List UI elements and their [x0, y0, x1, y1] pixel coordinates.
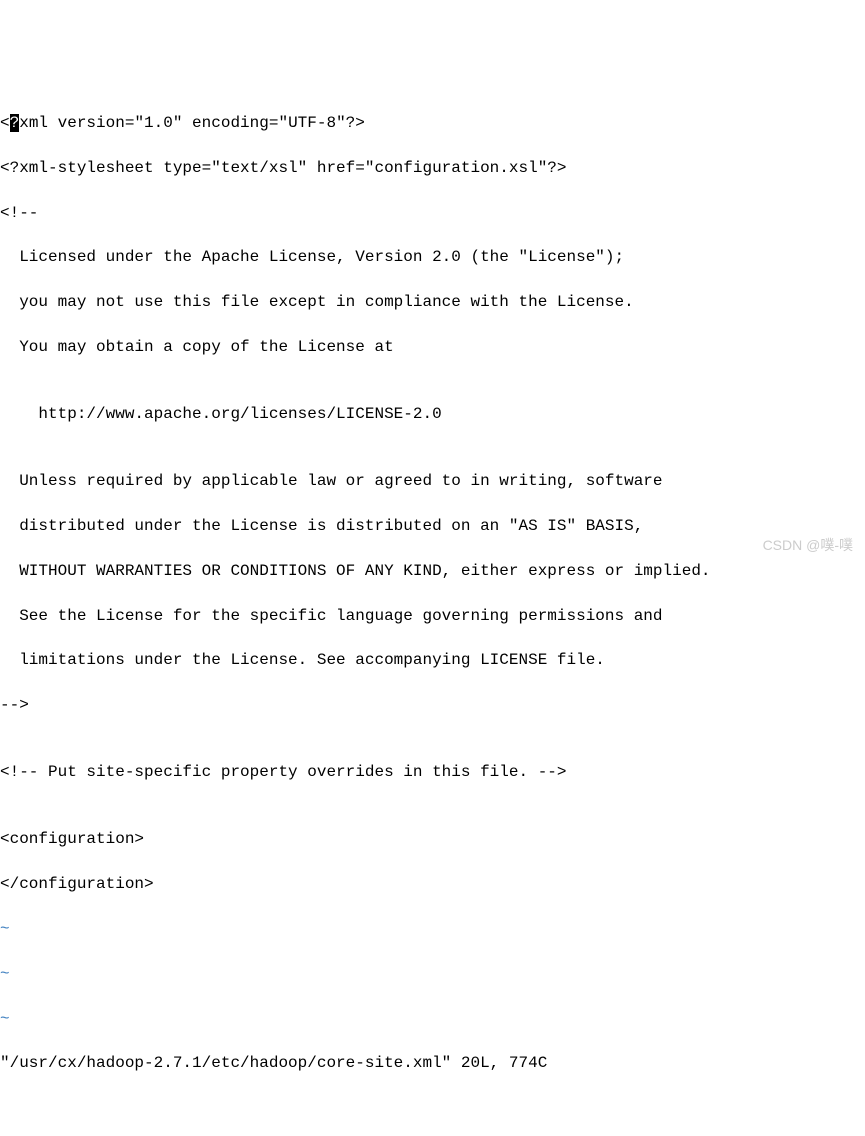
- file-line: http://www.apache.org/licenses/LICENSE-2…: [0, 403, 865, 425]
- file-line: Licensed under the Apache License, Versi…: [0, 246, 865, 268]
- file-line: <!-- Put site-specific property override…: [0, 761, 865, 783]
- file-line: WITHOUT WARRANTIES OR CONDITIONS OF ANY …: [0, 560, 865, 582]
- empty-line-tilde: ~: [0, 1008, 865, 1030]
- file-line: limitations under the License. See accom…: [0, 649, 865, 671]
- file-line: You may obtain a copy of the License at: [0, 336, 865, 358]
- file-line: -->: [0, 694, 865, 716]
- file-line: <!--: [0, 202, 865, 224]
- file-line: <?xml-stylesheet type="text/xsl" href="c…: [0, 157, 865, 179]
- watermark-text: CSDN @噗-噗: [763, 536, 853, 556]
- cursor-position: ?: [10, 114, 20, 132]
- file-line: <?xml version="1.0" encoding="UTF-8"?>: [0, 112, 865, 134]
- empty-line-tilde: ~: [0, 918, 865, 940]
- file-line: Unless required by applicable law or agr…: [0, 470, 865, 492]
- file-line: <configuration>: [0, 828, 865, 850]
- vim-status-line: "/usr/cx/hadoop-2.7.1/etc/hadoop/core-si…: [0, 1052, 865, 1074]
- editor-viewport[interactable]: <?xml version="1.0" encoding="UTF-8"?> <…: [0, 90, 865, 1098]
- file-line: </configuration>: [0, 873, 865, 895]
- file-line: you may not use this file except in comp…: [0, 291, 865, 313]
- file-line: distributed under the License is distrib…: [0, 515, 865, 537]
- empty-line-tilde: ~: [0, 963, 865, 985]
- file-line: See the License for the specific languag…: [0, 605, 865, 627]
